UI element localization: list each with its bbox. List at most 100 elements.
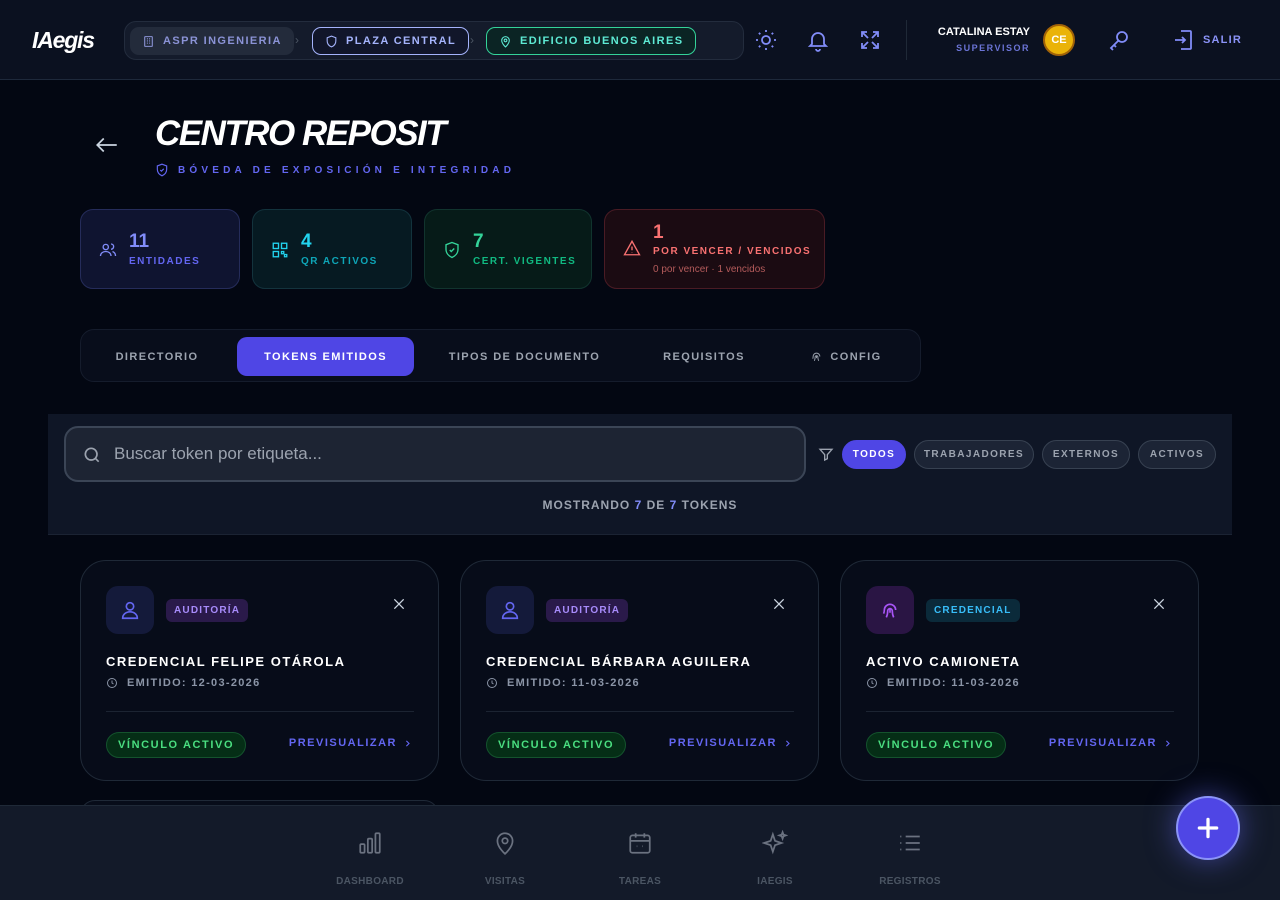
close-icon[interactable] bbox=[392, 597, 406, 611]
top-bar: IAegis ASPR INGENIERIA › PLAZA CENTRAL ›… bbox=[0, 0, 1280, 80]
status-badge: VÍNCULO ACTIVO bbox=[866, 732, 1007, 758]
breadcrumb-building-label: EDIFICIO BUENOS AIRES bbox=[520, 35, 684, 47]
card-avatar bbox=[486, 586, 534, 634]
card-date: EMITIDO: 11-03-2026 bbox=[486, 677, 640, 689]
bottom-nav: DASHBOARD VISITAS TAREAS IAEGIS REGISTRO… bbox=[0, 805, 1280, 900]
nav-item-visitas[interactable]: VISITAS bbox=[455, 830, 555, 887]
shield-check-icon bbox=[445, 241, 459, 259]
clock-icon bbox=[107, 678, 117, 688]
preview-link-label: PREVISUALIZAR bbox=[288, 737, 397, 749]
breadcrumb: ASPR INGENIERIA › PLAZA CENTRAL › EDIFIC… bbox=[124, 21, 744, 60]
tab-directorio[interactable]: DIRECTORIO bbox=[89, 337, 225, 376]
stat-label: QR ACTIVOS bbox=[301, 256, 378, 267]
preview-link-label: PREVISUALIZAR bbox=[1048, 737, 1157, 749]
tab-tipos-de-documento[interactable]: TIPOS DE DOCUMENTO bbox=[433, 337, 616, 376]
page-subtitle: BÓVEDA DE EXPOSICIÓN E INTEGRIDAD bbox=[155, 163, 515, 177]
breadcrumb-company-label: ASPR INGENIERIA bbox=[163, 35, 282, 47]
nav-item-label: IAEGIS bbox=[757, 876, 793, 887]
building-icon bbox=[144, 35, 153, 47]
status-badge: VÍNCULO ACTIVO bbox=[486, 732, 627, 758]
card-avatar bbox=[866, 586, 914, 634]
qr-icon bbox=[272, 242, 288, 258]
nav-item-label: VISITAS bbox=[484, 876, 526, 887]
nav-item-iaegis[interactable]: IAEGIS bbox=[725, 830, 825, 887]
preview-link[interactable]: PREVISUALIZAR bbox=[1049, 737, 1172, 749]
card-title: ACTIVO CAMIONETA bbox=[866, 654, 1021, 669]
card-badge: AUDITORÍA bbox=[546, 599, 629, 622]
card-avatar bbox=[106, 586, 154, 634]
nav-item-label: DASHBOARD bbox=[336, 876, 404, 887]
tab-bar: DIRECTORIO TOKENS EMITIDOS TIPOS DE DOCU… bbox=[80, 329, 921, 382]
stat-qr-activos[interactable]: 4 QR ACTIVOS bbox=[252, 209, 412, 289]
fullscreen-icon[interactable] bbox=[858, 28, 882, 52]
nav-item-registros[interactable]: REGISTROS bbox=[860, 830, 960, 887]
nav-item-label: TAREAS bbox=[618, 876, 662, 887]
stat-label: CERT. VIGENTES bbox=[473, 256, 577, 267]
tab-config[interactable]: CONFIG bbox=[793, 337, 899, 376]
search-icon bbox=[84, 447, 100, 463]
search-input[interactable] bbox=[114, 441, 764, 467]
breadcrumb-separator: › bbox=[295, 33, 299, 47]
stat-cert-vigentes[interactable]: 7 CERT. VIGENTES bbox=[424, 209, 592, 289]
card-date-text: EMITIDO: 12-03-2026 bbox=[127, 677, 261, 689]
stat-entidades[interactable]: 11 ENTIDADES bbox=[80, 209, 240, 289]
stat-sublabel: 0 por vencer · 1 vencidos bbox=[653, 264, 766, 275]
filter-chip-trabajadores[interactable]: TRABAJADORES bbox=[914, 440, 1034, 469]
user-name: CATALINA ESTAY bbox=[937, 26, 1030, 38]
stat-por-vencer[interactable]: 1 POR VENCER / VENCIDOS 0 por vencer · 1… bbox=[604, 209, 825, 289]
results-prefix: MOSTRANDO bbox=[542, 498, 631, 512]
results-mid: DE bbox=[646, 498, 666, 512]
chevron-right-icon bbox=[1165, 739, 1170, 747]
card-badge: AUDITORÍA bbox=[166, 599, 249, 622]
nav-item-dashboard[interactable]: DASHBOARD bbox=[320, 830, 420, 887]
breadcrumb-separator: › bbox=[470, 33, 474, 47]
stat-value: 4 bbox=[301, 231, 312, 252]
breadcrumb-company[interactable]: ASPR INGENIERIA bbox=[130, 27, 294, 55]
sun-icon[interactable] bbox=[754, 28, 778, 52]
nav-item-tareas[interactable]: TAREAS bbox=[590, 830, 690, 887]
token-card[interactable]: CREDENCIAL ACTIVO CAMIONETA EMITIDO: 11-… bbox=[840, 560, 1199, 781]
bell-icon[interactable] bbox=[806, 28, 830, 52]
filter-chip-activos[interactable]: ACTIVOS bbox=[1138, 440, 1216, 469]
key-icon[interactable] bbox=[1107, 28, 1131, 52]
close-icon[interactable] bbox=[1152, 597, 1166, 611]
user-icon bbox=[501, 601, 519, 620]
filter-chip-externos[interactable]: EXTERNOS bbox=[1042, 440, 1130, 469]
shield-check-icon bbox=[156, 163, 168, 177]
back-arrow-icon[interactable] bbox=[94, 132, 120, 158]
preview-link-label: PREVISUALIZAR bbox=[668, 737, 777, 749]
card-title: CREDENCIAL FELIPE OTÁROLA bbox=[106, 654, 346, 669]
chevron-right-icon bbox=[405, 739, 410, 747]
tab-tokens-emitidos[interactable]: TOKENS EMITIDOS bbox=[237, 337, 414, 376]
logout-button[interactable]: SALIR bbox=[1203, 34, 1242, 46]
card-date: EMITIDO: 12-03-2026 bbox=[106, 677, 261, 689]
app-logo[interactable]: IAegis bbox=[32, 27, 95, 54]
shield-icon bbox=[326, 35, 337, 48]
results-suffix: TOKENS bbox=[681, 498, 738, 512]
tab-requisitos[interactable]: REQUISITOS bbox=[641, 337, 767, 376]
tab-config-label: CONFIG bbox=[830, 350, 882, 363]
avatar[interactable]: CE bbox=[1043, 24, 1075, 56]
stat-value: 1 bbox=[653, 222, 664, 243]
page-title: CENTRO REPOSIT bbox=[155, 114, 447, 153]
user-icon bbox=[121, 601, 139, 620]
token-card[interactable]: AUDITORÍA CREDENCIAL BÁRBARA AGUILERA EM… bbox=[460, 560, 819, 781]
preview-link[interactable]: PREVISUALIZAR bbox=[289, 737, 412, 749]
stat-value: 11 bbox=[129, 231, 150, 252]
card-date: EMITIDO: 11-03-2026 bbox=[866, 677, 1020, 689]
add-button[interactable] bbox=[1176, 796, 1240, 860]
breadcrumb-plaza[interactable]: PLAZA CENTRAL bbox=[312, 27, 470, 55]
breadcrumb-building[interactable]: EDIFICIO BUENOS AIRES bbox=[486, 27, 697, 55]
preview-link[interactable]: PREVISUALIZAR bbox=[669, 737, 792, 749]
card-title: CREDENCIAL BÁRBARA AGUILERA bbox=[486, 654, 752, 669]
header-divider bbox=[906, 20, 907, 60]
filter-chip-todos[interactable]: TODOS bbox=[842, 440, 906, 469]
card-divider bbox=[486, 711, 794, 712]
page-subtitle-text: BÓVEDA DE EXPOSICIÓN E INTEGRIDAD bbox=[178, 164, 516, 176]
map-pin-icon bbox=[496, 832, 514, 855]
token-card[interactable]: AUDITORÍA CREDENCIAL FELIPE OTÁROLA EMIT… bbox=[80, 560, 439, 781]
status-badge: VÍNCULO ACTIVO bbox=[106, 732, 247, 758]
logout-icon[interactable] bbox=[1172, 28, 1196, 52]
close-icon[interactable] bbox=[772, 597, 786, 611]
filter-icon bbox=[818, 448, 834, 462]
